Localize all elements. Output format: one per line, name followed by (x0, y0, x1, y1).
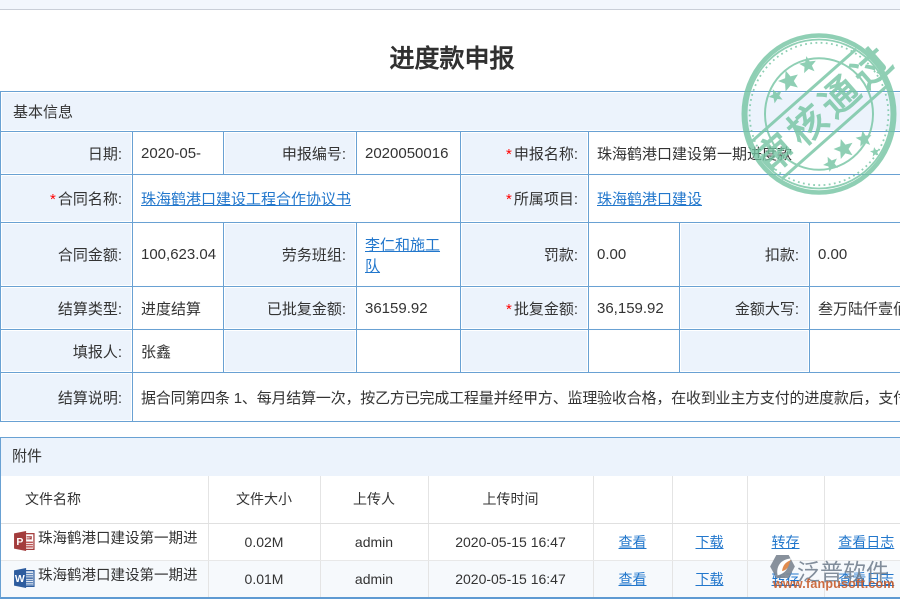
svg-text:P: P (16, 537, 23, 548)
svg-text:W: W (15, 574, 25, 585)
